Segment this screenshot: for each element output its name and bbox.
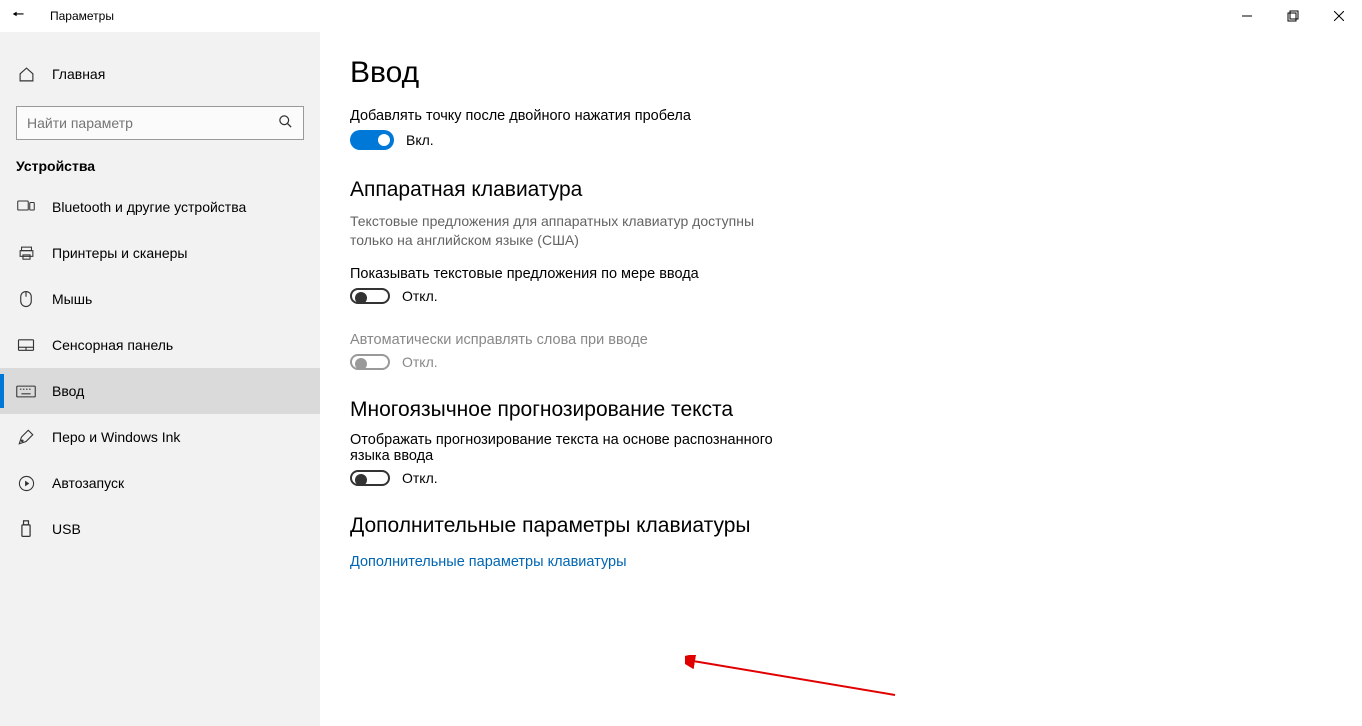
toggle-autocorrect — [350, 354, 390, 370]
search-icon — [278, 114, 293, 132]
sidebar-item-bluetooth[interactable]: Bluetooth и другие устройства — [0, 184, 320, 230]
search-input[interactable] — [27, 115, 278, 131]
home-nav[interactable]: Главная — [0, 54, 320, 94]
toggle-suggestions[interactable] — [350, 288, 390, 304]
sidebar-item-autoplay[interactable]: Автозапуск — [0, 460, 320, 506]
sidebar-item-label: USB — [52, 521, 81, 537]
toggle-multilang[interactable] — [350, 470, 390, 486]
sidebar-item-label: Ввод — [52, 383, 84, 399]
setting-autocorrect-label: Автоматически исправлять слова при вводе — [350, 332, 1322, 348]
pen-icon — [16, 427, 36, 447]
sidebar-item-touchpad[interactable]: Сенсорная панель — [0, 322, 320, 368]
back-button[interactable]: 🠔 — [12, 4, 42, 28]
sidebar-item-label: Принтеры и сканеры — [52, 245, 187, 261]
keyboard-icon — [16, 381, 36, 401]
mouse-icon — [16, 289, 36, 309]
sidebar-item-usb[interactable]: USB — [0, 506, 320, 552]
section-advanced: Дополнительные параметры клавиатуры — [350, 514, 1322, 538]
section-hardware-keyboard: Аппаратная клавиатура — [350, 178, 1322, 202]
window-title: Параметры — [50, 9, 114, 23]
sidebar: Главная Устройства Bluetooth и другие ус… — [0, 32, 320, 726]
main-content: Ввод Добавлять точку после двойного нажа… — [320, 32, 1362, 726]
sidebar-item-typing[interactable]: Ввод — [0, 368, 320, 414]
toggle-space-period[interactable] — [350, 130, 394, 150]
section-multilang: Многоязычное прогнозирование текста — [350, 398, 1322, 422]
setting-multilang-label: Отображать прогнозирование текста на осн… — [350, 432, 790, 464]
toggle-autocorrect-state: Откл. — [402, 354, 438, 370]
touchpad-icon — [16, 335, 36, 355]
window-controls — [1224, 0, 1362, 32]
home-icon — [16, 64, 36, 84]
sidebar-item-mouse[interactable]: Мышь — [0, 276, 320, 322]
printer-icon — [16, 243, 36, 263]
sidebar-item-label: Перо и Windows Ink — [52, 429, 180, 445]
usb-icon — [16, 519, 36, 539]
home-label: Главная — [52, 66, 105, 82]
sidebar-item-label: Сенсорная панель — [52, 337, 173, 353]
sidebar-item-label: Автозапуск — [52, 475, 124, 491]
sidebar-category: Устройства — [0, 158, 320, 184]
autoplay-icon — [16, 473, 36, 493]
devices-icon — [16, 197, 36, 217]
setting-space-label: Добавлять точку после двойного нажатия п… — [350, 108, 1322, 124]
page-title: Ввод — [350, 56, 1322, 90]
sidebar-item-pen[interactable]: Перо и Windows Ink — [0, 414, 320, 460]
sidebar-item-label: Мышь — [52, 291, 92, 307]
advanced-keyboard-link[interactable]: Дополнительные параметры клавиатуры — [350, 554, 627, 570]
titlebar: 🠔 Параметры — [0, 0, 1362, 32]
toggle-multilang-state: Откл. — [402, 470, 438, 486]
toggle-space-state: Вкл. — [406, 132, 434, 148]
minimize-button[interactable] — [1224, 0, 1270, 32]
maximize-button[interactable] — [1270, 0, 1316, 32]
setting-suggestions-label: Показывать текстовые предложения по мере… — [350, 266, 1322, 282]
sidebar-item-printers[interactable]: Принтеры и сканеры — [0, 230, 320, 276]
sidebar-item-label: Bluetooth и другие устройства — [52, 199, 246, 215]
close-button[interactable] — [1316, 0, 1362, 32]
toggle-suggestions-state: Откл. — [402, 288, 438, 304]
section-hardware-desc: Текстовые предложения для аппаратных кла… — [350, 212, 790, 250]
search-box[interactable] — [16, 106, 304, 140]
